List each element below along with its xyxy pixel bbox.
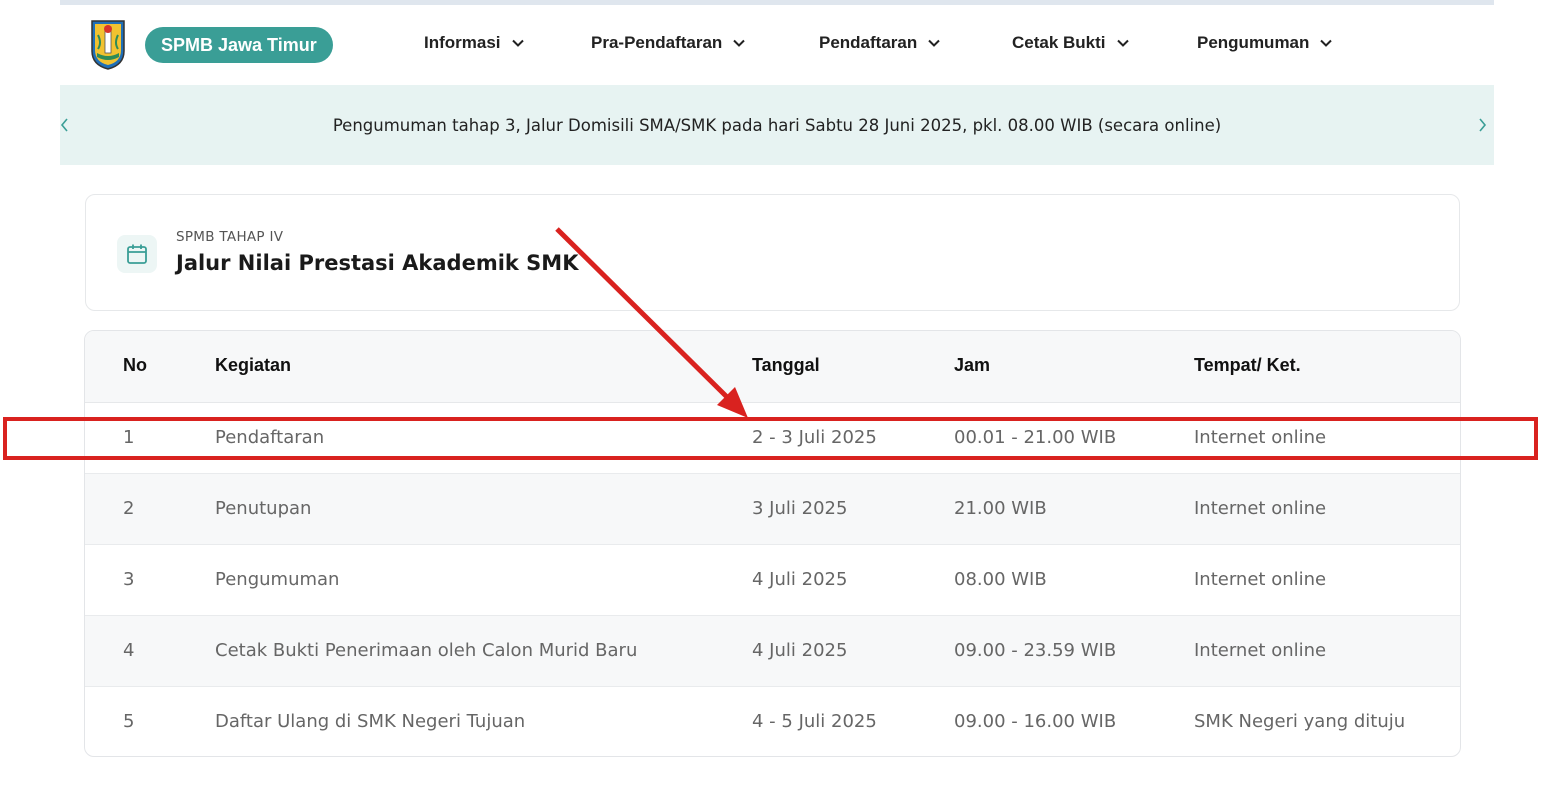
cell-kegiatan: Daftar Ulang di SMK Negeri Tujuan: [215, 711, 526, 732]
cell-tempat: Internet online: [1194, 569, 1327, 590]
calendar-icon: [127, 244, 147, 264]
table-row: 3 Pengumuman 4 Juli 2025 08.00 WIB Inter…: [85, 545, 1460, 616]
table-header: No Kegiatan Tanggal Jam Tempat/ Ket.: [85, 331, 1460, 403]
nav-label: Pendaftaran: [819, 33, 918, 52]
route-title: Jalur Nilai Prestasi Akademik SMK: [176, 251, 579, 275]
cell-tanggal: 4 Juli 2025: [752, 640, 848, 661]
calendar-icon-box: [117, 235, 157, 273]
schedule-title-card: SPMB TAHAP IV Jalur Nilai Prestasi Akade…: [85, 194, 1460, 311]
schedule-table: No Kegiatan Tanggal Jam Tempat/ Ket. 1 P…: [84, 330, 1461, 757]
chevron-down-icon: [733, 39, 746, 47]
cell-kegiatan: Penutupan: [215, 498, 312, 519]
table-row: 4 Cetak Bukti Penerimaan oleh Calon Muri…: [85, 616, 1460, 687]
chevron-right-icon[interactable]: [1474, 113, 1490, 137]
chevron-down-icon: [1320, 39, 1333, 47]
cell-no: 2: [123, 498, 135, 519]
nav-label: Pengumuman: [1197, 33, 1310, 52]
cell-tempat: Internet online: [1194, 427, 1327, 448]
brand-pill[interactable]: SPMB Jawa Timur: [145, 27, 333, 63]
chevron-down-icon: [1116, 39, 1129, 47]
chevron-down-icon: [511, 39, 524, 47]
header-kegiatan: Kegiatan: [215, 355, 292, 375]
cell-jam: 09.00 - 16.00 WIB: [954, 711, 1117, 732]
table-row: 5 Daftar Ulang di SMK Negeri Tujuan 4 - …: [85, 687, 1460, 756]
nav-pendaftaran[interactable]: Pendaftaran: [819, 33, 941, 53]
cell-tanggal: 2 - 3 Juli 2025: [752, 427, 877, 448]
nav-label: Informasi: [424, 33, 501, 52]
cell-jam: 00.01 - 21.00 WIB: [954, 427, 1117, 448]
cell-jam: 21.00 WIB: [954, 498, 1047, 519]
cell-no: 4: [123, 640, 135, 661]
cell-tempat: Internet online: [1194, 498, 1327, 519]
cell-kegiatan: Pengumuman: [215, 569, 340, 590]
nav-pra-pendaftaran[interactable]: Pra-Pendaftaran: [591, 33, 746, 53]
table-row: 1 Pendaftaran 2 - 3 Juli 2025 00.01 - 21…: [85, 403, 1460, 474]
header-tempat: Tempat/ Ket.: [1194, 355, 1301, 375]
cell-tanggal: 4 Juli 2025: [752, 569, 848, 590]
table-row: 2 Penutupan 3 Juli 2025 21.00 WIB Intern…: [85, 474, 1460, 545]
cell-jam: 09.00 - 23.59 WIB: [954, 640, 1117, 661]
chevron-left-icon[interactable]: [57, 113, 73, 137]
cell-no: 1: [123, 427, 135, 448]
nav-cetak-bukti[interactable]: Cetak Bukti: [1012, 33, 1130, 53]
header-no: No: [123, 355, 147, 375]
cell-kegiatan: Pendaftaran: [215, 427, 325, 448]
cell-tanggal: 3 Juli 2025: [752, 498, 848, 519]
jawa-timur-emblem-icon[interactable]: [88, 17, 128, 71]
announcement-text: Pengumuman tahap 3, Jalur Domisili SMA/S…: [332, 116, 1222, 135]
nav-informasi[interactable]: Informasi: [424, 33, 525, 53]
nav-pengumuman[interactable]: Pengumuman: [1197, 33, 1333, 53]
chevron-down-icon: [928, 39, 940, 47]
cell-kegiatan: Cetak Bukti Penerimaan oleh Calon Murid …: [215, 640, 638, 661]
stage-label: SPMB TAHAP IV: [176, 229, 284, 245]
cell-tempat: SMK Negeri yang dituju: [1194, 711, 1406, 732]
nav-label: Pra-Pendaftaran: [591, 33, 723, 52]
site-header: SPMB Jawa Timur Informasi Pra-Pendaftara…: [60, 5, 1494, 85]
cell-tanggal: 4 - 5 Juli 2025: [752, 711, 877, 732]
cell-no: 5: [123, 711, 135, 732]
cell-jam: 08.00 WIB: [954, 569, 1047, 590]
cell-tempat: Internet online: [1194, 640, 1327, 661]
header-jam: Jam: [954, 355, 991, 375]
cell-no: 3: [123, 569, 135, 590]
nav-label: Cetak Bukti: [1012, 33, 1106, 52]
announcement-carousel: Pengumuman tahap 3, Jalur Domisili SMA/S…: [60, 85, 1494, 165]
header-tanggal: Tanggal: [752, 355, 820, 375]
